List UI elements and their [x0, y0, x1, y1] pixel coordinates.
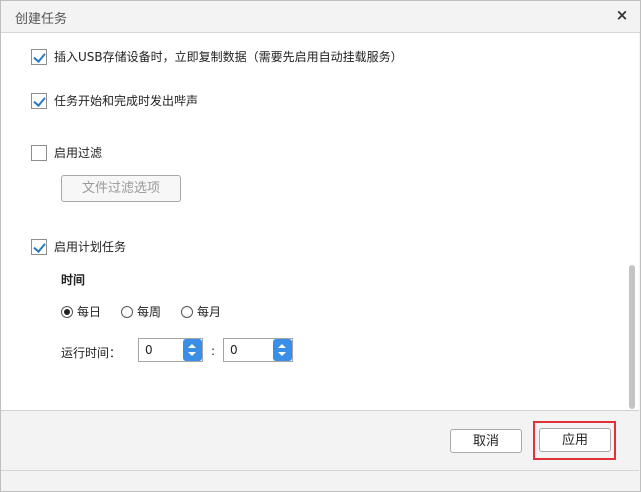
arrow-up-icon[interactable] — [278, 344, 286, 348]
usb-copy-option[interactable]: 插入USB存储设备时，立即复制数据（需要先启用自动挂载服务） — [31, 48, 403, 65]
time-section-title: 时间 — [61, 273, 86, 287]
schedule-checkbox[interactable] — [31, 238, 47, 255]
radio-daily-label: 每日 — [77, 305, 102, 319]
arrow-down-icon[interactable] — [188, 352, 196, 356]
create-task-dialog: 创建任务 × 插入USB存储设备时，立即复制数据（需要先启用自动挂载服务） 任务… — [0, 0, 641, 492]
run-time-label: 运行时间： — [61, 346, 122, 360]
title-bar: 创建任务 × — [1, 1, 640, 33]
arrow-down-icon[interactable] — [278, 352, 286, 356]
usb-copy-label: 插入USB存储设备时，立即复制数据（需要先启用自动挂载服务） — [54, 50, 403, 64]
beep-checkbox[interactable] — [31, 92, 47, 109]
filter-option[interactable]: 启用过滤 — [31, 144, 102, 161]
radio-daily-button[interactable] — [61, 305, 73, 318]
radio-monthly-button[interactable] — [181, 305, 193, 318]
content-scrollbar[interactable] — [629, 265, 635, 409]
minute-stepper[interactable]: 0 — [223, 338, 293, 362]
filter-checkbox[interactable] — [31, 144, 47, 161]
time-separator: : — [211, 344, 216, 358]
radio-monthly-label: 每月 — [197, 305, 222, 319]
cancel-button[interactable]: 取消 — [450, 429, 522, 453]
close-icon[interactable]: × — [614, 6, 630, 24]
schedule-label: 启用计划任务 — [54, 240, 127, 254]
apply-button[interactable]: 应用 — [539, 428, 611, 452]
dialog-content: 插入USB存储设备时，立即复制数据（需要先启用自动挂载服务） 任务开始和完成时发… — [1, 33, 639, 411]
radio-weekly-label: 每周 — [137, 305, 162, 319]
hour-spin-arrows[interactable] — [183, 339, 202, 361]
hour-stepper[interactable]: 0 — [138, 338, 203, 362]
radio-weekly-button[interactable] — [121, 305, 133, 318]
file-filter-options-button[interactable]: 文件过滤选项 — [61, 175, 181, 202]
hour-value[interactable]: 0 — [145, 343, 153, 357]
arrow-up-icon[interactable] — [188, 344, 196, 348]
minute-spin-arrows[interactable] — [273, 339, 292, 361]
usb-copy-checkbox[interactable] — [31, 48, 47, 65]
dialog-title: 创建任务 — [15, 12, 68, 27]
radio-daily[interactable]: 每日 — [61, 303, 101, 320]
beep-label: 任务开始和完成时发出哔声 — [54, 94, 199, 108]
minute-value[interactable]: 0 — [230, 343, 238, 357]
schedule-option[interactable]: 启用计划任务 — [31, 238, 126, 255]
filter-label: 启用过滤 — [54, 146, 103, 160]
footer-divider — [1, 470, 639, 471]
radio-monthly[interactable]: 每月 — [181, 303, 221, 320]
radio-weekly[interactable]: 每周 — [121, 303, 161, 320]
beep-option[interactable]: 任务开始和完成时发出哔声 — [31, 92, 198, 109]
